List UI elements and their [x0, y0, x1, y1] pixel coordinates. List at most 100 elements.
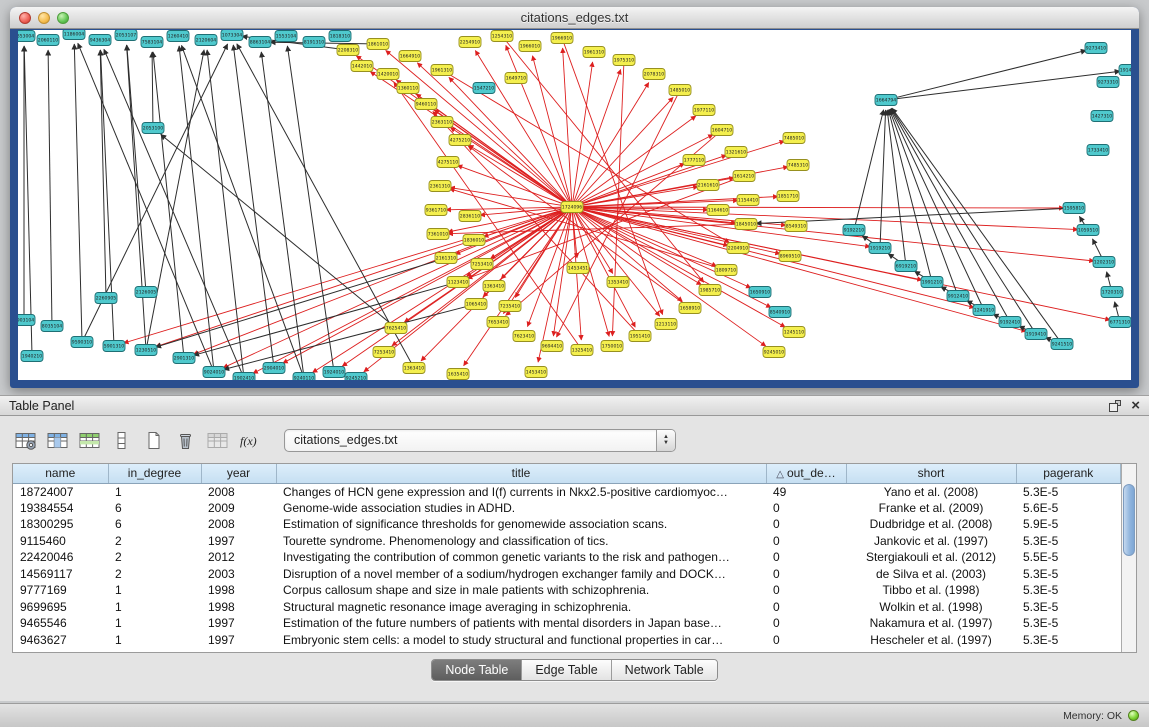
graph-node[interactable]: 1427310	[1091, 111, 1113, 122]
graph-edge[interactable]	[152, 52, 153, 123]
cell-in_degree[interactable]: 1	[108, 599, 201, 616]
table-row[interactable]: 1938455462009Genome-wide association stu…	[13, 500, 1121, 517]
cell-pagerank[interactable]: 5.3E-5	[1016, 566, 1121, 583]
graph-node[interactable]: 7485010	[783, 133, 805, 144]
cell-short[interactable]: Wolkin et al. (1998)	[846, 599, 1016, 616]
graph-node[interactable]: 8191310	[303, 37, 325, 48]
window-titlebar[interactable]: citations_edges.txt	[10, 7, 1139, 29]
graph-node[interactable]: 1353410	[607, 277, 629, 288]
graph-node[interactable]: 1977110	[693, 105, 715, 116]
graph-node[interactable]: 1861010	[367, 39, 389, 50]
table-row[interactable]: 1456911722003Disruption of a novel membe…	[13, 566, 1121, 583]
graph-node[interactable]: 2363110	[431, 117, 453, 128]
graph-node[interactable]: 9590310	[71, 337, 93, 348]
graph-edge[interactable]	[577, 207, 1064, 208]
cell-pagerank[interactable]: 5.3E-5	[1016, 582, 1121, 599]
cell-out_degree[interactable]: 0	[766, 615, 846, 632]
graph-node[interactable]: 9436304	[89, 35, 111, 46]
graph-node[interactable]: 1724096	[561, 202, 583, 213]
graph-edge[interactable]	[127, 45, 146, 345]
cell-year[interactable]: 1997	[201, 615, 276, 632]
cell-pagerank[interactable]: 5.3E-5	[1016, 599, 1121, 616]
cell-title[interactable]: Embryonic stem cells: a model to study s…	[276, 632, 766, 649]
graph-edge[interactable]	[104, 49, 242, 373]
graph-node[interactable]: 2361310	[429, 181, 451, 192]
cell-short[interactable]: Tibbo et al. (1998)	[846, 582, 1016, 599]
graph-node[interactable]: 9245210	[345, 373, 367, 381]
graph-node[interactable]: 4275210	[449, 135, 471, 146]
graph-node[interactable]: 2078310	[643, 69, 665, 80]
graph-node[interactable]: 1649710	[505, 73, 527, 84]
graph-node[interactable]: 2901310	[173, 353, 195, 364]
graph-edge[interactable]	[100, 50, 106, 293]
graph-node[interactable]: 2161310	[435, 253, 457, 264]
graph-edge[interactable]	[24, 46, 32, 351]
cell-in_degree[interactable]: 1	[108, 582, 201, 599]
new-file-icon[interactable]	[140, 427, 167, 453]
graph-node[interactable]: 1940210	[21, 351, 43, 362]
graph-node[interactable]: 1635410	[447, 369, 469, 380]
table-row[interactable]: 911546021997Tourette syndrome. Phenomeno…	[13, 533, 1121, 550]
table-row[interactable]: 946362711997Embryonic stem cells: a mode…	[13, 632, 1121, 649]
table-row[interactable]: 946554611997Estimation of the future num…	[13, 615, 1121, 632]
graph-node[interactable]: 1059510	[1077, 225, 1099, 236]
graph-node[interactable]: 1321610	[725, 147, 747, 158]
graph-node[interactable]: 1245110	[783, 327, 805, 338]
graph-node[interactable]: 1154410	[737, 195, 759, 206]
graph-node[interactable]: 9240110	[293, 373, 315, 381]
graph-node[interactable]: 9192210	[843, 225, 865, 236]
graph-edge[interactable]	[78, 43, 212, 367]
graph-node[interactable]: 1919410	[1025, 329, 1047, 340]
graph-edge[interactable]	[891, 71, 1120, 99]
graph-node[interactable]: 1595810	[1063, 203, 1085, 214]
graph-node[interactable]: 7485310	[787, 160, 809, 171]
cell-short[interactable]: Stergiakouli et al. (2012)	[846, 549, 1016, 566]
cell-name[interactable]: 9699695	[13, 599, 108, 616]
cell-year[interactable]: 2003	[201, 566, 276, 583]
table-row[interactable]: 1872400712008Changes of HCN gene express…	[13, 483, 1121, 500]
column-header-year[interactable]: year	[201, 464, 276, 483]
graph-node[interactable]: 7361010	[427, 229, 449, 240]
tab-network-table[interactable]: Network Table	[612, 660, 717, 680]
graph-node[interactable]: 2120604	[195, 35, 217, 46]
show-selected-icon[interactable]	[76, 427, 103, 453]
cell-year[interactable]: 2008	[201, 516, 276, 533]
graph-node[interactable]: 1853004	[18, 31, 35, 42]
cell-name[interactable]: 19384554	[13, 500, 108, 517]
graph-edge[interactable]	[573, 62, 593, 202]
cell-title[interactable]: Disruption of a novel member of a sodium…	[276, 566, 766, 583]
cell-short[interactable]: Nakamura et al. (1997)	[846, 615, 1016, 632]
cell-name[interactable]: 9465546	[13, 615, 108, 632]
graph-node[interactable]: 1658910	[679, 303, 701, 314]
graph-node[interactable]: 1123410	[447, 277, 469, 288]
graph-edge[interactable]	[1093, 239, 1102, 258]
graph-node[interactable]: 9245010	[763, 347, 785, 358]
graph-node[interactable]: 1961310	[583, 47, 605, 58]
graph-node[interactable]: 1961310	[431, 65, 453, 76]
graph-node[interactable]: 1720310	[1101, 287, 1123, 298]
cell-in_degree[interactable]: 2	[108, 533, 201, 550]
graph-node[interactable]: 5901310	[103, 341, 125, 352]
cell-in_degree[interactable]: 6	[108, 516, 201, 533]
graph-node[interactable]: 1453451	[567, 263, 589, 274]
graph-edge[interactable]	[237, 44, 412, 364]
graph-node[interactable]: 1241910	[973, 305, 995, 316]
graph-node[interactable]: 7625410	[385, 323, 407, 334]
graph-edge[interactable]	[577, 208, 974, 307]
graph-node[interactable]: 2161610	[697, 180, 719, 191]
graph-node[interactable]: 1664794	[875, 95, 897, 106]
graph-node[interactable]: 9273310	[1097, 77, 1119, 88]
table-settings-icon[interactable]	[12, 427, 39, 453]
graph-node[interactable]: 7253410	[373, 347, 395, 358]
minimize-window-button[interactable]	[38, 12, 50, 24]
close-window-button[interactable]	[19, 12, 31, 24]
graph-edge[interactable]	[572, 212, 581, 340]
graph-edge[interactable]	[577, 207, 1078, 229]
row-list-icon[interactable]	[108, 427, 135, 453]
cell-in_degree[interactable]: 1	[108, 632, 201, 649]
graph-node[interactable]: 1664910	[399, 51, 421, 62]
graph-node[interactable]: 1991210	[921, 277, 943, 288]
cell-short[interactable]: de Silva et al. (2003)	[846, 566, 1016, 583]
graph-node[interactable]: 1254310	[491, 31, 513, 42]
tab-edge-table[interactable]: Edge Table	[522, 660, 611, 680]
